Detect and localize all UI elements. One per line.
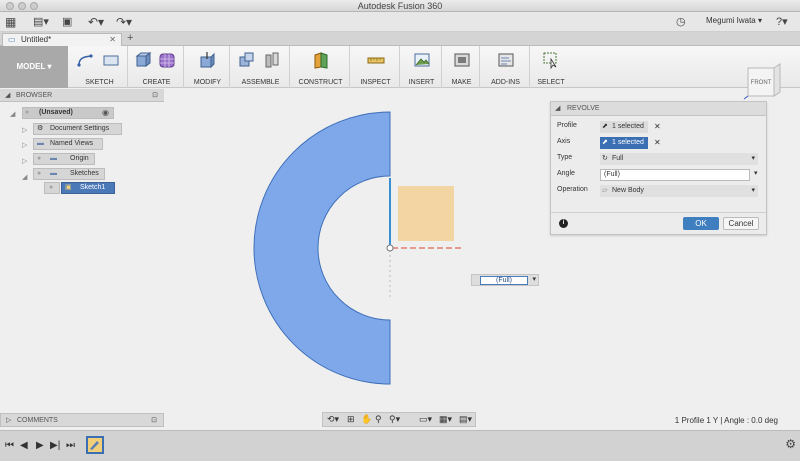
navigation-toolbar: ⟲▾ ⊞ ✋ ⚲ ⚲▾ ▭▾ ▦▾ ▤▾ [322,412,476,427]
gear-icon[interactable]: ⚙ [785,437,796,451]
skip-to-end-icon[interactable]: ⏭ [66,440,75,451]
profile-row: Profile ⬈ 1 selected ✕ [551,119,768,135]
revolve-dialog: ◢ REVOLVE Profile ⬈ 1 selected ✕ Axis ⬈ … [550,101,767,235]
operation-dropdown[interactable]: ▱ New Body ▾ [600,185,758,197]
comments-panel-header[interactable]: ▷ COMMENTS ⊡ [0,413,164,427]
operation-value: New Body [612,187,644,194]
grid-settings-icon[interactable]: ▦▾ [439,414,452,425]
viewports-icon[interactable]: ▤▾ [459,414,472,425]
angle-value-field[interactable]: (Full) [480,276,528,285]
profile-label: Profile [557,122,577,129]
collapse-triangle-icon[interactable]: ◢ [555,102,560,116]
orbit-icon[interactable]: ⟲▾ [327,414,339,425]
dialog-title: REVOLVE [567,105,600,112]
ok-button[interactable]: OK [683,217,719,230]
look-at-icon[interactable]: ⊞ [347,414,355,425]
selection-status-text: 1 Profile 1 Y | Angle : 0.0 deg [674,416,778,425]
comments-title: COMMENTS [17,417,58,424]
type-value: Full [612,155,624,162]
angle-field[interactable]: (Full) [600,169,750,181]
chevron-down-icon: ▾ [751,155,755,162]
profile-value: 1 selected [612,123,644,130]
operation-label: Operation [557,186,588,193]
dialog-divider [551,212,766,213]
new-body-icon: ▱ [602,187,608,194]
profile-selector[interactable]: ⬈ 1 selected [600,121,648,133]
expand-triangle-icon[interactable]: ▷ [6,414,11,427]
chevron-down-icon: ▾ [751,187,755,194]
angle-label: Angle [557,170,575,177]
pan-hand-icon[interactable]: ✋ [361,414,372,425]
axis-value: 1 selected [612,139,644,146]
dialog-header: ◢ REVOLVE [551,102,766,116]
sketch-rectangle-profile[interactable] [398,186,454,241]
sketch-icon [90,441,99,450]
revolve-preview-profile[interactable] [253,111,391,385]
step-back-icon[interactable]: ◀ [20,440,28,451]
info-icon[interactable]: i [559,219,568,228]
rewind-to-start-icon[interactable]: ⏮ [5,440,14,451]
clear-selection-icon[interactable]: ✕ [654,122,661,131]
type-dropdown[interactable]: ↻ Full ▾ [600,153,758,165]
canvas-angle-input[interactable]: (Full) ▾ [471,274,539,286]
cursor-icon: ⬈ [602,123,608,130]
axis-row: Axis ⬈ 1 selected ✕ [551,135,768,151]
chevron-down-icon[interactable]: ▾ [754,169,758,177]
step-forward-icon[interactable]: ▶| [50,440,60,451]
pin-icon[interactable]: ⊡ [151,414,157,427]
chevron-down-icon[interactable]: ▾ [532,275,536,283]
axis-label: Axis [557,138,571,145]
origin-point[interactable] [386,244,394,252]
type-row: Type ↻ Full ▾ [551,151,768,167]
timeline-bar: ⏮ ◀ ▶ ▶| ⏭ ⚙ [0,430,800,461]
angle-row: Angle (Full) ▾ [551,167,768,183]
timeline-sketch-feature[interactable] [86,436,104,454]
cancel-button[interactable]: Cancel [723,217,759,230]
zoom-icon[interactable]: ⚲ [375,414,382,425]
cursor-icon: ⬈ [602,139,608,146]
fit-zoom-icon[interactable]: ⚲▾ [389,414,400,425]
play-icon[interactable]: ▶ [36,440,44,451]
operation-row: Operation ▱ New Body ▾ [551,183,768,199]
type-label: Type [557,154,573,161]
axis-selector[interactable]: ⬈ 1 selected [600,137,648,149]
revolve-type-icon: ↻ [602,155,608,162]
clear-selection-icon[interactable]: ✕ [654,138,661,147]
display-settings-icon[interactable]: ▭▾ [419,414,432,425]
